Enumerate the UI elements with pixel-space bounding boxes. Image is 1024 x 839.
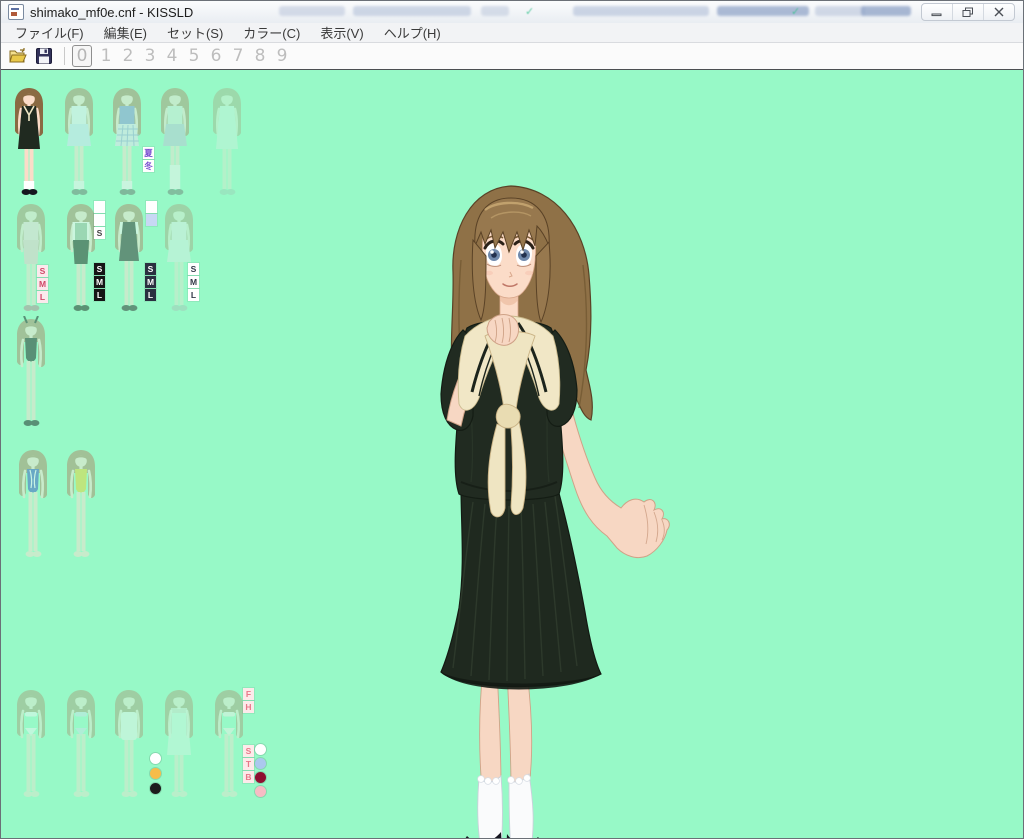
ghost-window-text [815, 6, 865, 16]
size-sml-pink-suit-chip-L[interactable]: L [37, 291, 48, 303]
palette-dot-black[interactable] [150, 783, 161, 794]
ghost-window-text [861, 6, 911, 16]
outfit-thumbnail-pale-dress-outfit[interactable] [205, 85, 249, 206]
size-sml-blouse: SML [188, 263, 199, 301]
size-sml-blouse-chip-M[interactable]: M [188, 276, 199, 288]
lingerie-dot-pink[interactable] [255, 786, 266, 797]
page-button-7[interactable]: 7 [228, 46, 248, 66]
outfit-thumbnail-pink-suit[interactable] [9, 201, 53, 322]
page-button-4[interactable]: 4 [162, 46, 182, 66]
lingerie-dot-white[interactable] [255, 744, 266, 755]
palette-dot-yellow[interactable] [150, 768, 161, 779]
stb-toggle-chip-B[interactable]: B [243, 771, 254, 783]
size-sml-jumper-chip-M[interactable]: M [145, 276, 156, 288]
option-chips-jumper [146, 201, 157, 226]
outfit-thumbnail-dark-jumper-dress[interactable] [107, 201, 151, 322]
outfit-thumbnail-plaid-skirt-outfit[interactable] [105, 85, 149, 206]
size-sml-pink-suit: SML [37, 265, 48, 303]
client-area: Lock 夏冬SMLSSMLSMLSMLFHSTB [1, 71, 1023, 839]
outfit-thumbnail-white-underwear[interactable] [9, 687, 53, 808]
menu-item-view[interactable]: 表示(V) [310, 22, 373, 43]
option-chips-jumper-chip-1[interactable] [146, 214, 157, 226]
restore-button[interactable] [953, 4, 984, 20]
size-sml-pink-suit-chip-S[interactable]: S [37, 265, 48, 277]
size-sml-pink-suit-chip-M[interactable]: M [37, 278, 48, 290]
page-button-0[interactable]: 0 [72, 45, 92, 67]
ghost-check-icon: ✓ [791, 5, 803, 15]
open-file-icon[interactable] [8, 47, 28, 65]
toolbar: 0123456789 [1, 43, 1023, 70]
app-icon [8, 4, 24, 20]
outfit-thumbnail-green-top-outfit[interactable] [153, 85, 197, 206]
window-controls [921, 3, 1015, 21]
size-sml-blouse-chip-S[interactable]: S [188, 263, 199, 275]
ghost-check-icon: ✓ [525, 5, 537, 15]
option-chips-vest-chip-S[interactable]: S [94, 227, 105, 239]
outfit-thumbnail-blue-underwear[interactable] [59, 687, 103, 808]
size-sml-jumper-chip-L[interactable]: L [145, 289, 156, 301]
fh-toggle: FH [243, 688, 254, 713]
palette-dot-white[interactable] [150, 753, 161, 764]
menu-item-file[interactable]: ファイル(F) [5, 22, 94, 43]
fh-toggle-chip-H[interactable]: H [243, 701, 254, 713]
option-chips-vest-chip-1[interactable] [94, 214, 105, 226]
menu-item-color[interactable]: カラー(C) [233, 22, 310, 43]
menu-item-set[interactable]: セット(S) [157, 22, 233, 43]
main-doll[interactable] [401, 160, 701, 839]
stb-toggle: STB [243, 745, 254, 783]
size-sml-vest-chip-L[interactable]: L [94, 289, 105, 301]
option-chips-vest-chip-0[interactable] [94, 201, 105, 213]
season-toggle-chip-夏[interactable]: 夏 [143, 147, 154, 159]
size-sml-jumper-chip-S[interactable]: S [145, 263, 156, 275]
outfit-thumbnail-blue-swimsuit[interactable] [11, 447, 55, 568]
page-button-5[interactable]: 5 [184, 46, 204, 66]
page-button-3[interactable]: 3 [140, 46, 160, 66]
season-toggle: 夏冬 [143, 147, 154, 172]
menu-bar: ファイル(F)編集(E)セット(S)カラー(C)表示(V)ヘルプ(H) [1, 23, 1023, 43]
fh-toggle-chip-F[interactable]: F [243, 688, 254, 700]
option-chips-vest: S [94, 201, 105, 239]
outfit-thumbnail-summer-uniform[interactable] [57, 85, 101, 206]
menu-item-help[interactable]: ヘルプ(H) [374, 22, 451, 43]
outfit-thumbnail-yellow-swimsuit[interactable] [59, 447, 103, 568]
minimize-button[interactable] [922, 4, 953, 20]
page-button-8[interactable]: 8 [250, 46, 270, 66]
page-button-1[interactable]: 1 [96, 46, 116, 66]
ghost-window-text [573, 6, 709, 16]
page-button-9[interactable]: 9 [272, 46, 292, 66]
option-chips-jumper-chip-0[interactable] [146, 201, 157, 213]
menu-item-edit[interactable]: 編集(E) [94, 22, 157, 43]
outfit-thumbnail-nightgown[interactable] [157, 687, 201, 808]
outfit-thumbnail-pale-blouse-outfit[interactable] [157, 201, 201, 322]
ghost-window-text [481, 6, 509, 16]
season-toggle-chip-冬[interactable]: 冬 [143, 160, 154, 172]
size-sml-blouse-chip-L[interactable]: L [188, 289, 199, 301]
size-sml-vest-chip-S[interactable]: S [94, 263, 105, 275]
page-button-2[interactable]: 2 [118, 46, 138, 66]
toolbar-separator [64, 47, 65, 65]
outfit-thumbnail-bath-towel[interactable] [107, 687, 151, 808]
size-sml-jumper: SML [145, 263, 156, 301]
outfit-thumbnail-winter-sailor-uniform[interactable] [7, 85, 51, 206]
ghost-window-text [353, 6, 471, 16]
ghost-window-text [279, 6, 345, 16]
lingerie-dot-blue[interactable] [255, 758, 266, 769]
outfit-thumbnail-bunny-suit[interactable] [9, 316, 53, 437]
title-bar[interactable]: shimako_mf0e.cnf - KISSLD ✓ ✓ [1, 1, 1023, 24]
save-file-icon[interactable] [35, 47, 55, 65]
kissld-window: shimako_mf0e.cnf - KISSLD ✓ ✓ ファイル(F)編集(… [0, 0, 1024, 839]
lingerie-dot-crimson[interactable] [255, 772, 266, 783]
size-sml-vest: SML [94, 263, 105, 301]
stb-toggle-chip-T[interactable]: T [243, 758, 254, 770]
window-title: shimako_mf0e.cnf - KISSLD [30, 5, 193, 20]
close-button[interactable] [984, 4, 1014, 20]
stb-toggle-chip-S[interactable]: S [243, 745, 254, 757]
page-button-6[interactable]: 6 [206, 46, 226, 66]
size-sml-vest-chip-M[interactable]: M [94, 276, 105, 288]
